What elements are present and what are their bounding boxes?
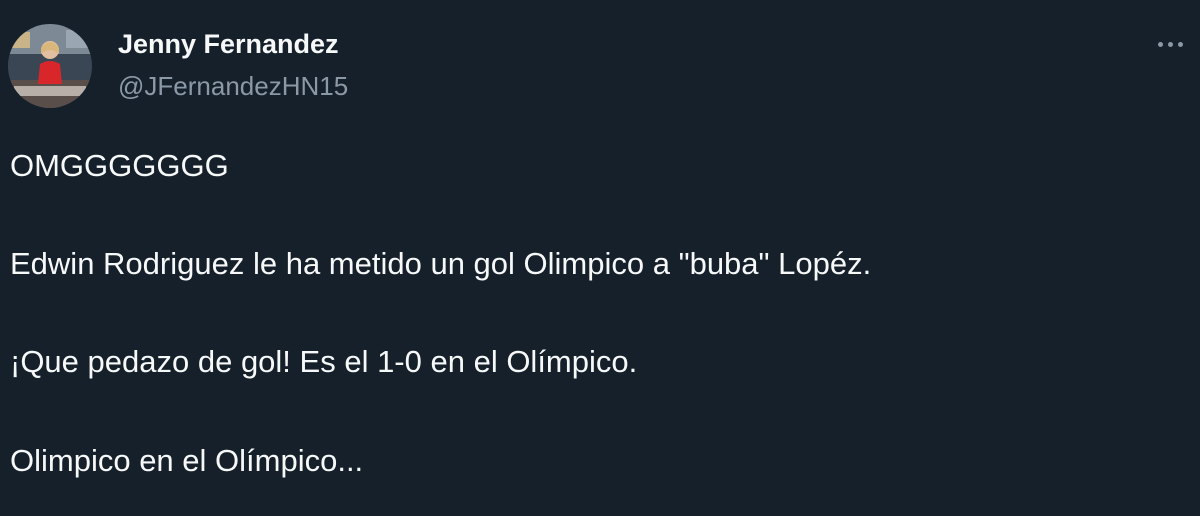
more-options-button[interactable]	[1150, 30, 1190, 60]
avatar[interactable]	[8, 24, 92, 108]
tweet-paragraph: OMGGGGGGG	[10, 148, 229, 183]
author-name[interactable]: Jenny Fernandez	[118, 28, 339, 60]
tweet-paragraph: Edwin Rodriguez le ha metido un gol Olim…	[10, 246, 872, 281]
author-handle[interactable]: @JFernandezHN15	[118, 70, 348, 102]
tweet-paragraph: Olimpico en el Olímpico...	[10, 443, 364, 478]
tweet-paragraph: ¡Que pedazo de gol! Es el 1-0 en el Olím…	[10, 344, 638, 379]
avatar-image	[8, 24, 92, 108]
tweet-card: Jenny Fernandez @JFernandezHN15 OMGGGGGG…	[0, 0, 1200, 516]
